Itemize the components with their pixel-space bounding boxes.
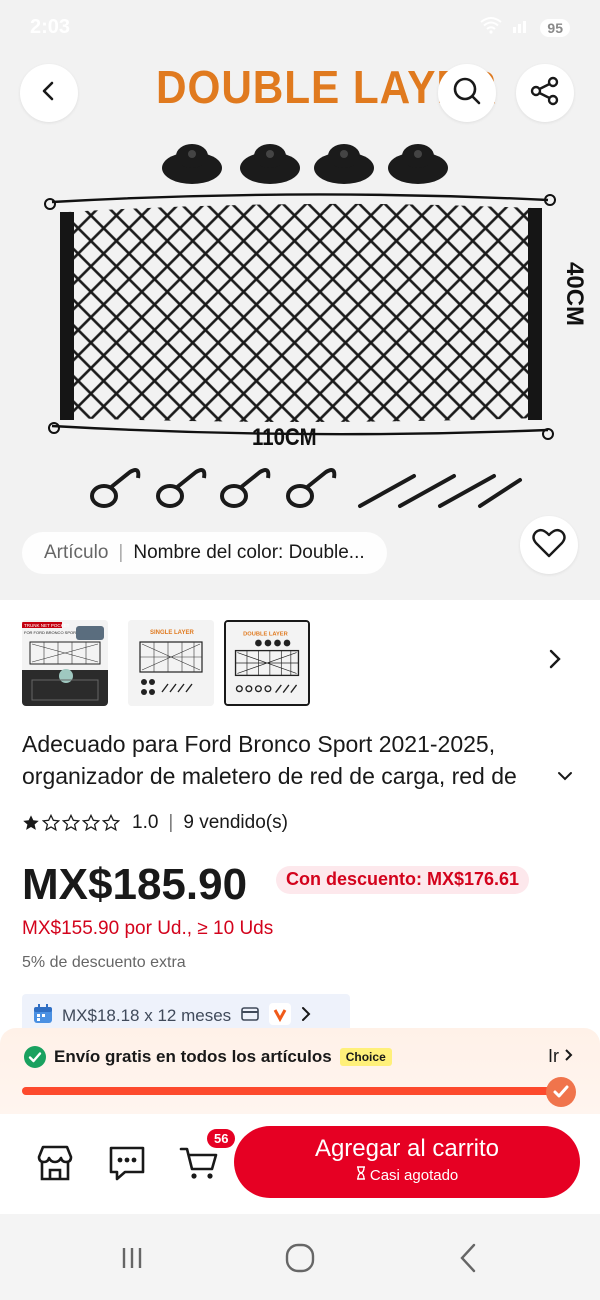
discount-badge[interactable]: Con descuento: MX$176.61 — [276, 866, 530, 894]
hooks-and-screws-illustration — [90, 468, 522, 508]
system-back-button[interactable] — [448, 1240, 488, 1276]
star-rating — [22, 814, 120, 832]
shipping-progress-fill — [22, 1087, 562, 1095]
product-price: MX$185.90 — [22, 860, 248, 909]
shipping-text: Envío gratis en todos los artículos — [54, 1047, 332, 1066]
chevron-down-icon — [558, 772, 572, 781]
cart-count-badge: 56 — [207, 1129, 236, 1148]
add-to-cart-label: Agregar al carrito — [314, 1135, 500, 1162]
stock-note: Casi agotado — [234, 1166, 580, 1184]
chevron-right-icon — [565, 1049, 573, 1061]
product-title[interactable]: Adecuado para Ford Bronco Sport 2021-202… — [22, 728, 582, 792]
rating-value: 1.0 — [132, 812, 159, 833]
height-dimension-label: 40CM — [561, 262, 588, 327]
shipping-progress-bar — [22, 1087, 562, 1095]
system-navigation-bar — [0, 1214, 600, 1300]
cart-icon — [179, 1147, 218, 1179]
status-time: 2:03 — [30, 16, 71, 38]
svg-text:TRUNK NET POCKET: TRUNK NET POCKET — [24, 623, 70, 628]
signal-icon — [512, 17, 530, 38]
back-button[interactable] — [20, 64, 78, 122]
payment-provider-icon — [269, 1002, 292, 1030]
heart-icon — [532, 528, 566, 563]
mounting-cups-illustration — [162, 144, 448, 184]
variant-chip-separator: | — [118, 542, 124, 563]
star-empty-icon — [102, 814, 120, 832]
rating-separator: | — [168, 812, 174, 833]
star-empty-icon — [82, 814, 100, 832]
back-arrow-icon — [460, 1243, 476, 1273]
bulk-price: MX$155.90 por Ud., ≥ 10 Uds — [22, 918, 274, 939]
thumbnails-next-button[interactable] — [548, 648, 562, 677]
thumbnail-1-image: TRUNK NET POCKET FOR FORD BRONCO SPORT 2… — [22, 620, 108, 706]
share-icon — [528, 74, 562, 113]
extra-discount: 5% de descuento extra — [22, 954, 186, 971]
store-button[interactable] — [30, 1138, 80, 1188]
chevron-right-icon — [549, 649, 561, 669]
variant-chip[interactable]: Artículo | Nombre del color: Double... — [22, 532, 387, 574]
search-button[interactable] — [438, 64, 496, 122]
status-bar: 2:03 95 — [0, 0, 600, 56]
svg-text:DOUBLE LAYER: DOUBLE LAYER — [243, 631, 288, 637]
variant-chip-key: Artículo — [44, 542, 109, 563]
thumbnail-3-image: DOUBLE LAYER — [226, 622, 308, 704]
star-filled-icon — [23, 815, 39, 830]
choice-badge: Choice — [339, 1048, 392, 1066]
expand-title-button[interactable] — [556, 766, 574, 787]
thumbnail-2[interactable]: SINGLE LAYER — [128, 620, 214, 706]
installments-text: MX$18.18 x 12 meses — [62, 1006, 232, 1025]
progress-check-icon — [546, 1077, 576, 1107]
rating-row[interactable]: 1.0 | 9 vendido(s) — [22, 812, 288, 834]
thumbnail-strip: TRUNK NET POCKET FOR FORD BRONCO SPORT 2… — [0, 600, 600, 720]
status-icons: 95 — [480, 16, 570, 39]
home-icon — [285, 1243, 315, 1273]
shipping-link-text: Ir — [547, 1046, 559, 1066]
chevron-left-icon — [38, 80, 60, 107]
calendar-icon — [32, 1003, 54, 1030]
stock-note-text: Casi agotado — [369, 1167, 459, 1184]
hourglass-icon — [356, 1166, 365, 1180]
battery-indicator: 95 — [540, 18, 570, 37]
shipping-banner[interactable]: Envío gratis en todos los artículos Choi… — [0, 1028, 600, 1114]
home-button[interactable] — [280, 1240, 320, 1276]
thumbnail-1[interactable]: TRUNK NET POCKET FOR FORD BRONCO SPORT 2… — [22, 620, 108, 706]
star-empty-icon — [42, 814, 60, 832]
product-image[interactable]: 2:03 95 DOUBLE LAYER 110CM 40CM Artículo… — [0, 0, 600, 600]
recent-apps-button[interactable] — [112, 1240, 152, 1276]
star-empty-icon — [62, 814, 80, 832]
check-circle-icon — [24, 1046, 46, 1068]
shipping-link[interactable]: Ir — [548, 1046, 574, 1067]
svg-text:SINGLE LAYER: SINGLE LAYER — [150, 630, 194, 636]
store-icon — [37, 1145, 73, 1181]
message-button[interactable] — [102, 1138, 152, 1188]
search-icon — [451, 75, 483, 112]
width-dimension-label: 110CM — [252, 424, 317, 451]
wishlist-button[interactable] — [520, 516, 578, 574]
add-to-cart-button[interactable]: Agregar al carrito Casi agotado — [234, 1126, 580, 1198]
thumbnail-3[interactable]: DOUBLE LAYER — [224, 620, 310, 706]
recent-apps-icon — [122, 1248, 142, 1268]
sold-count: 9 vendido(s) — [183, 812, 288, 833]
variant-chip-value: Nombre del color: Double... — [133, 542, 365, 563]
share-button[interactable] — [516, 64, 574, 122]
thumbnail-2-image: SINGLE LAYER — [128, 620, 214, 706]
wifi-icon — [480, 16, 503, 39]
cargo-net-illustration — [44, 193, 556, 440]
chat-icon — [109, 1146, 145, 1181]
card-icon — [241, 1006, 259, 1026]
shipping-row: Envío gratis en todos los artículos Choi… — [24, 1046, 392, 1068]
chevron-right-icon — [301, 1006, 311, 1027]
